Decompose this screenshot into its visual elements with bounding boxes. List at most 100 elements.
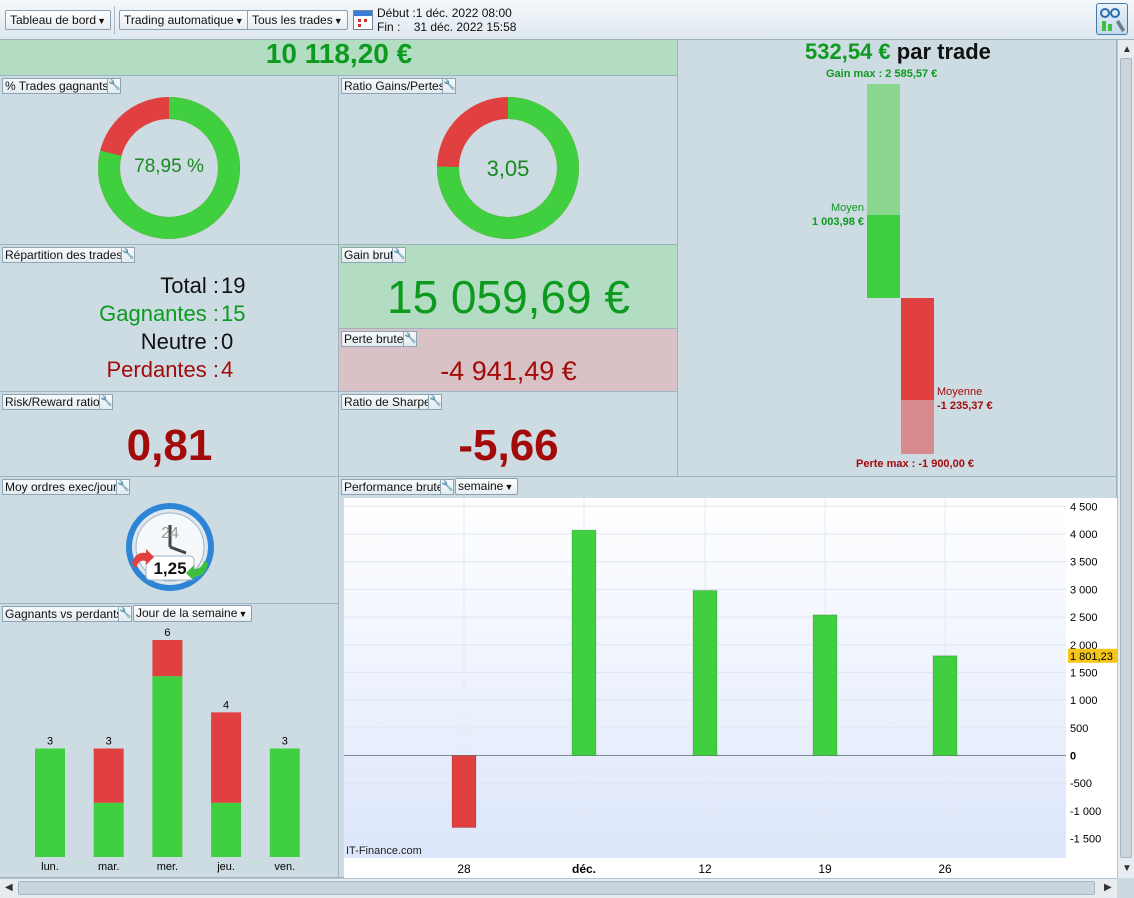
x-tick-label: mer.: [157, 861, 178, 873]
total-value: 19: [221, 273, 246, 298]
losing-value: 4: [221, 357, 234, 382]
loss-bar: [93, 748, 124, 803]
scroll-left-icon[interactable]: ◀: [5, 882, 13, 893]
y-tick-label: 4 000: [1070, 529, 1098, 541]
wrench-icon[interactable]: 🔧: [107, 78, 121, 94]
weekday-dropdown-label: Jour de la semaine: [136, 606, 238, 620]
panel-title: Gain brut: [341, 247, 397, 263]
chevron-down-icon: ▼: [333, 16, 343, 26]
gain-max-bar: [867, 84, 900, 215]
trading-mode-dropdown[interactable]: Trading automatique ▼: [119, 10, 249, 30]
wrench-icon[interactable]: 🔧: [121, 247, 135, 263]
wrench-icon[interactable]: 🔧: [392, 247, 406, 263]
wrench-icon[interactable]: 🔧: [428, 394, 442, 410]
sharpe-value: -5,66: [458, 421, 559, 470]
gross-loss-panel: Perte brute 🔧 -4 941,49 €: [339, 329, 678, 392]
performance-chart: 4 5004 0003 5003 0002 5002 0001 5001 000…: [344, 498, 1117, 878]
win-rate-panel: % Trades gagnants 🔧 78,95 %: [0, 76, 339, 245]
performance-panel: Performance brute 🔧 semaine ▼ 4 500 4 000…: [339, 477, 1117, 878]
x-tick-label: 12: [698, 862, 712, 876]
x-tick-label: 26: [938, 862, 952, 876]
y-tick-label: 1 500: [1070, 667, 1098, 679]
scroll-down-icon[interactable]: ▼: [1122, 863, 1132, 874]
avg-gain-label: Moyen: [830, 202, 864, 214]
risk-reward-value: 0,81: [126, 421, 213, 470]
wrench-icon[interactable]: 🔧: [440, 479, 454, 495]
end-label: Fin :: [377, 20, 401, 34]
horizontal-scrollbar[interactable]: ◀ ▶: [0, 878, 1117, 898]
toolbar-separator: [114, 6, 115, 34]
avg-gain-value: 1 003,98 €: [812, 216, 864, 228]
win-bar: [93, 802, 124, 857]
avg-loss-label: Moyenne: [937, 386, 983, 398]
loss-bar: [152, 640, 183, 677]
y-tick-label: 3 000: [1070, 584, 1098, 596]
date-range: Début :1 déc. 2022 08:00 Fin : 31 déc. 2…: [377, 6, 516, 34]
y-tick-label: 2 500: [1070, 612, 1098, 624]
panel-title: Moy ordres exec/jour: [2, 479, 121, 495]
performance-bar: [692, 589, 718, 757]
y-tick-label: 500: [1070, 723, 1088, 735]
losing-label: Perdantes :: [106, 357, 219, 382]
trades-filter-dropdown[interactable]: Tous les trades ▼: [247, 10, 348, 30]
per-trade-panel: 532,54 € par trade Gain max : 2 585,57 €…: [678, 40, 1117, 477]
chevron-down-icon: ▼: [97, 16, 107, 26]
winning-label: Gagnantes :: [99, 301, 219, 326]
y-tick-label: -1 500: [1070, 834, 1101, 846]
vertical-scrollbar[interactable]: ▲ ▼: [1117, 40, 1134, 878]
wrench-icon[interactable]: 🔧: [116, 479, 130, 495]
bar-total-label: 3: [106, 736, 112, 748]
panel-title: Ratio Gains/Pertes: [341, 78, 448, 94]
avg-loss-value: -1 235,37 €: [937, 400, 993, 412]
x-tick-label: mar.: [98, 861, 119, 873]
current-value-label: 1 801,23: [1070, 651, 1113, 663]
toolbar: Tableau de bord ▼ Trading automatique ▼ …: [0, 0, 1134, 40]
performance-bar: [812, 614, 838, 757]
total-label: Total :: [160, 273, 219, 298]
loss-max-bar: [901, 400, 934, 454]
dashboard-dropdown[interactable]: Tableau de bord ▼: [5, 10, 112, 30]
per-trade-value: 532,54 €: [805, 39, 891, 64]
wrench-icon[interactable]: 🔧: [403, 331, 417, 347]
bar-total-label: 3: [47, 736, 53, 748]
chevron-down-icon: ▼: [238, 609, 248, 619]
y-tick-label: -1 000: [1070, 806, 1101, 818]
loss-bar: [211, 712, 242, 803]
horizontal-scroll-thumb[interactable]: [18, 881, 1095, 895]
y-axis-area: [1066, 498, 1117, 878]
wrench-icon[interactable]: 🔧: [442, 78, 456, 94]
wrench-icon[interactable]: 🔧: [99, 394, 113, 410]
calendar-icon[interactable]: [353, 10, 373, 30]
x-tick-label: 28: [457, 862, 471, 876]
x-tick-label: ven.: [274, 861, 295, 873]
neutral-value: 0: [221, 329, 234, 354]
y-tick-label: 3 500: [1070, 557, 1098, 569]
winners-losers-panel: Gagnants vs perdants 🔧 Jour de la semain…: [0, 604, 339, 878]
panel-title: Ratio de Sharpe: [341, 394, 434, 410]
win-bar: [35, 748, 65, 857]
dashboard-settings-icon[interactable]: [1096, 3, 1128, 35]
wrench-icon[interactable]: 🔧: [118, 606, 132, 622]
winners-losers-chart: 3 lun. 3 mar. 6 mer. 4 jeu. 3 ven.: [35, 627, 300, 873]
bar-total-label: 3: [282, 736, 288, 748]
gross-loss-value: -4 941,49 €: [440, 356, 577, 386]
avg-loss-bar: [901, 298, 934, 400]
x-tick-label: déc.: [572, 862, 596, 876]
weekday-dropdown[interactable]: Jour de la semaine ▼: [133, 605, 253, 622]
gain-loss-ratio-panel: Ratio Gains/Pertes 🔧 3,05: [339, 76, 678, 245]
vertical-scroll-thumb[interactable]: [1120, 58, 1132, 858]
orders-per-day-value: 1,25: [153, 559, 186, 578]
y-tick-label: 4 500: [1070, 501, 1098, 513]
scroll-right-icon[interactable]: ▶: [1104, 882, 1112, 893]
bar-total-label: 4: [223, 699, 229, 711]
avg-gain-bar: [867, 215, 900, 298]
x-tick-label: 19: [818, 862, 832, 876]
period-dropdown-label: semaine: [458, 479, 504, 493]
panel-title: Répartition des trades: [2, 247, 126, 263]
period-dropdown[interactable]: semaine ▼: [455, 478, 519, 495]
panel-title: Risk/Reward ratio: [2, 394, 103, 410]
scroll-up-icon[interactable]: ▲: [1122, 44, 1132, 55]
panel-title: Gagnants vs perdants: [2, 606, 126, 622]
performance-bar: [451, 755, 477, 829]
start-value: 1 déc. 2022 08:00: [415, 6, 512, 20]
